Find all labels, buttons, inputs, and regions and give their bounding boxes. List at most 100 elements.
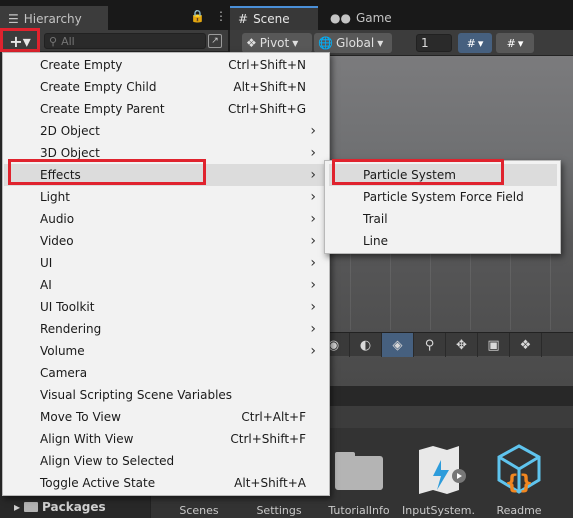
menu-item-camera[interactable]: Camera <box>4 362 328 384</box>
menu-item-visual-scripting-scene-variables[interactable]: Visual Scripting Scene Variables <box>4 384 328 406</box>
menu-item-shortcut: Alt+Shift+A <box>234 476 306 490</box>
menu-item-shortcut: Ctrl+Shift+N <box>228 58 306 72</box>
menu-item-shortcut: Ctrl+Shift+G <box>227 102 306 116</box>
shaded-icon[interactable]: ◐ <box>350 333 382 357</box>
grid-size-field[interactable]: 1 <box>416 34 452 52</box>
tab-hierarchy-label: Hierarchy <box>23 11 82 26</box>
globe-icon: 🌐 <box>318 36 333 50</box>
pivot-dropdown[interactable]: ❖ Pivot ▾ <box>242 33 312 53</box>
global-dropdown[interactable]: 🌐 Global ▾ <box>314 33 392 53</box>
grid-snap-button[interactable]: # ▾ <box>458 33 492 53</box>
menu-item-ui-toolkit[interactable]: UI Toolkit › <box>4 296 328 318</box>
pivot-icon: ❖ <box>246 36 257 50</box>
chevron-right-icon: › <box>310 123 316 139</box>
chevron-right-icon: › <box>310 277 316 293</box>
menu-item-label: UI <box>40 256 53 270</box>
global-label: Global <box>335 36 375 50</box>
submenu-item-trail[interactable]: Trail <box>329 208 557 230</box>
submenu-item-label: Trail <box>363 212 388 226</box>
hierarchy-tab-icons: 🔒 ⋮ <box>190 9 227 23</box>
menu-item-label: Align View to Selected <box>40 454 175 468</box>
asset-label: Settings <box>256 504 302 517</box>
effects-highlight <box>8 159 206 185</box>
menu-item-ui[interactable]: UI › <box>4 252 328 274</box>
menu-item-shortcut: Alt+Shift+N <box>233 80 306 94</box>
menu-item-move-to-view[interactable]: Move To View Ctrl+Alt+F <box>4 406 328 428</box>
tab-hierarchy[interactable]: ☰ Hierarchy <box>0 6 108 30</box>
readme-cube-icon: {} <box>497 444 541 494</box>
snap-increment-button[interactable]: # ▾ <box>496 33 534 53</box>
menu-item-audio[interactable]: Audio › <box>4 208 328 230</box>
chevron-right-icon: › <box>310 233 316 249</box>
chevron-down-icon: ▾ <box>477 36 484 50</box>
folder-icon <box>24 502 39 512</box>
hierarchy-search[interactable]: ⚲ <box>44 33 206 49</box>
chevron-right-icon: › <box>310 145 316 161</box>
menu-item-align-view-to-selected[interactable]: Align View to Selected <box>4 450 328 472</box>
search-filter-icon[interactable]: ↗ <box>208 34 222 48</box>
gamepad-icon: ●● <box>330 11 351 25</box>
menu-item-light[interactable]: Light › <box>4 186 328 208</box>
move-tool-icon[interactable]: ✥ <box>446 333 478 357</box>
menu-item-label: 2D Object <box>40 124 100 138</box>
submenu-item-line[interactable]: Line <box>329 230 557 252</box>
chevron-right-icon: › <box>310 189 316 205</box>
submenu-item-label: Particle System Force Field <box>363 190 524 204</box>
menu-item-label: Audio <box>40 212 75 226</box>
asset-readme[interactable]: {} Readme <box>482 442 556 517</box>
menu-item-label: Create Empty <box>40 58 123 72</box>
menu-item-volume[interactable]: Volume › <box>4 340 328 362</box>
particle-system-highlight <box>332 159 504 185</box>
menu-item-ai[interactable]: AI › <box>4 274 328 296</box>
asset-label: TutorialInfo <box>328 504 390 517</box>
search-icon: ⚲ <box>49 34 58 48</box>
tab-game-label: Game <box>355 11 392 25</box>
tab-game[interactable]: ●● Game <box>322 6 392 30</box>
menu-item-create-empty-parent[interactable]: Create Empty Parent Ctrl+Shift+G <box>4 98 328 120</box>
menu-item-align-with-view[interactable]: Align With View Ctrl+Shift+F <box>4 428 328 450</box>
menu-item-video[interactable]: Video › <box>4 230 328 252</box>
menu-item-label: 3D Object <box>40 146 100 160</box>
menu-item-label: Create Empty Parent <box>40 102 165 116</box>
menu-item-label: Visual Scripting Scene Variables <box>40 388 233 402</box>
packages-folder[interactable]: ▸ Packages <box>14 500 106 514</box>
scene-tool-strip: ◉ ◐ ◈ ⚲ ✥ ▣ ❖ <box>318 332 573 357</box>
chevron-right-icon: › <box>310 255 316 271</box>
tab-scene[interactable]: # Scene <box>230 6 318 30</box>
lock-icon[interactable]: 🔒 <box>190 9 205 23</box>
hash-grid-icon: # <box>238 12 249 26</box>
chevron-down-icon: ▾ <box>292 36 299 50</box>
add-button-highlight <box>0 28 40 52</box>
chevron-right-icon: › <box>310 299 316 315</box>
asset-tutorialinfo[interactable]: TutorialInfo <box>322 442 396 517</box>
hierarchy-search-input[interactable] <box>61 34 182 48</box>
svg-text:{}: {} <box>505 470 533 494</box>
menu-item-label: Toggle Active State <box>40 476 156 490</box>
asset-inputsystem[interactable]: InputSystem... <box>402 442 476 517</box>
menu-item-label: Light <box>40 190 70 204</box>
snap-icon: # <box>506 36 516 50</box>
pivot-label: Pivot <box>259 36 290 50</box>
2d-toggle-icon[interactable]: ◈ <box>382 333 414 357</box>
menu-item-toggle-active-state[interactable]: Toggle Active State Alt+Shift+A <box>4 472 328 494</box>
camera-icon[interactable]: ▣ <box>478 333 510 357</box>
more-options-icon[interactable]: ⋮ <box>215 9 227 23</box>
chevron-right-icon: › <box>310 167 316 183</box>
list-icon: ☰ <box>8 11 19 26</box>
menu-item-label: Move To View <box>40 410 121 424</box>
menu-item-label: Video <box>40 234 74 248</box>
menu-item-create-empty-child[interactable]: Create Empty Child Alt+Shift+N <box>4 76 328 98</box>
chevron-right-icon: › <box>310 343 316 359</box>
submenu-item-particle-system-force-field[interactable]: Particle System Force Field <box>329 186 557 208</box>
submenu-item-label: Line <box>363 234 389 248</box>
expand-arrow-icon: ▸ <box>14 500 21 514</box>
packages-label: Packages <box>42 500 106 514</box>
zoom-icon[interactable]: ⚲ <box>414 333 446 357</box>
compass-icon[interactable]: ❖ <box>510 333 542 357</box>
folder-icon <box>335 452 383 490</box>
menu-item-2d-object[interactable]: 2D Object › <box>4 120 328 142</box>
menu-item-rendering[interactable]: Rendering › <box>4 318 328 340</box>
window-tab-bar: ☰ Hierarchy 🔒 ⋮ # Scene ●● Game <box>0 0 573 30</box>
menu-item-create-empty[interactable]: Create Empty Ctrl+Shift+N <box>4 54 328 76</box>
menu-item-label: Camera <box>40 366 88 380</box>
